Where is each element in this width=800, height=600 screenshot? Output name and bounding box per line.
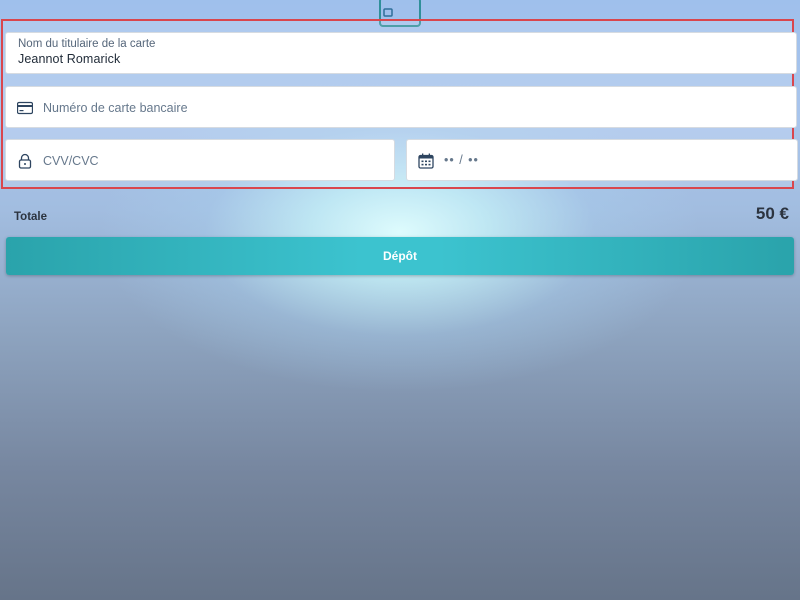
expiry-date-field[interactable]: •• / •• bbox=[406, 139, 798, 181]
cardholder-name-label: Nom du titulaire de la carte bbox=[18, 38, 156, 50]
credit-card-icon bbox=[17, 101, 33, 115]
deposit-button[interactable]: Dépôt bbox=[6, 237, 794, 275]
card-number-placeholder: Numéro de carte bancaire bbox=[43, 101, 188, 115]
cvv-placeholder: CVV/CVC bbox=[43, 154, 99, 168]
cardholder-name-field[interactable]: Nom du titulaire de la carte Jeannot Rom… bbox=[5, 32, 797, 74]
expiry-date-placeholder: •• / •• bbox=[444, 153, 479, 167]
cardholder-name-value[interactable]: Jeannot Romarick bbox=[18, 52, 120, 66]
lock-icon bbox=[18, 153, 32, 169]
cvv-field[interactable]: CVV/CVC bbox=[5, 139, 395, 181]
total-label: Totale bbox=[14, 211, 48, 223]
calendar-icon bbox=[418, 153, 434, 169]
card-number-field[interactable]: Numéro de carte bancaire bbox=[5, 86, 797, 128]
total-amount: 50 € bbox=[755, 204, 789, 223]
